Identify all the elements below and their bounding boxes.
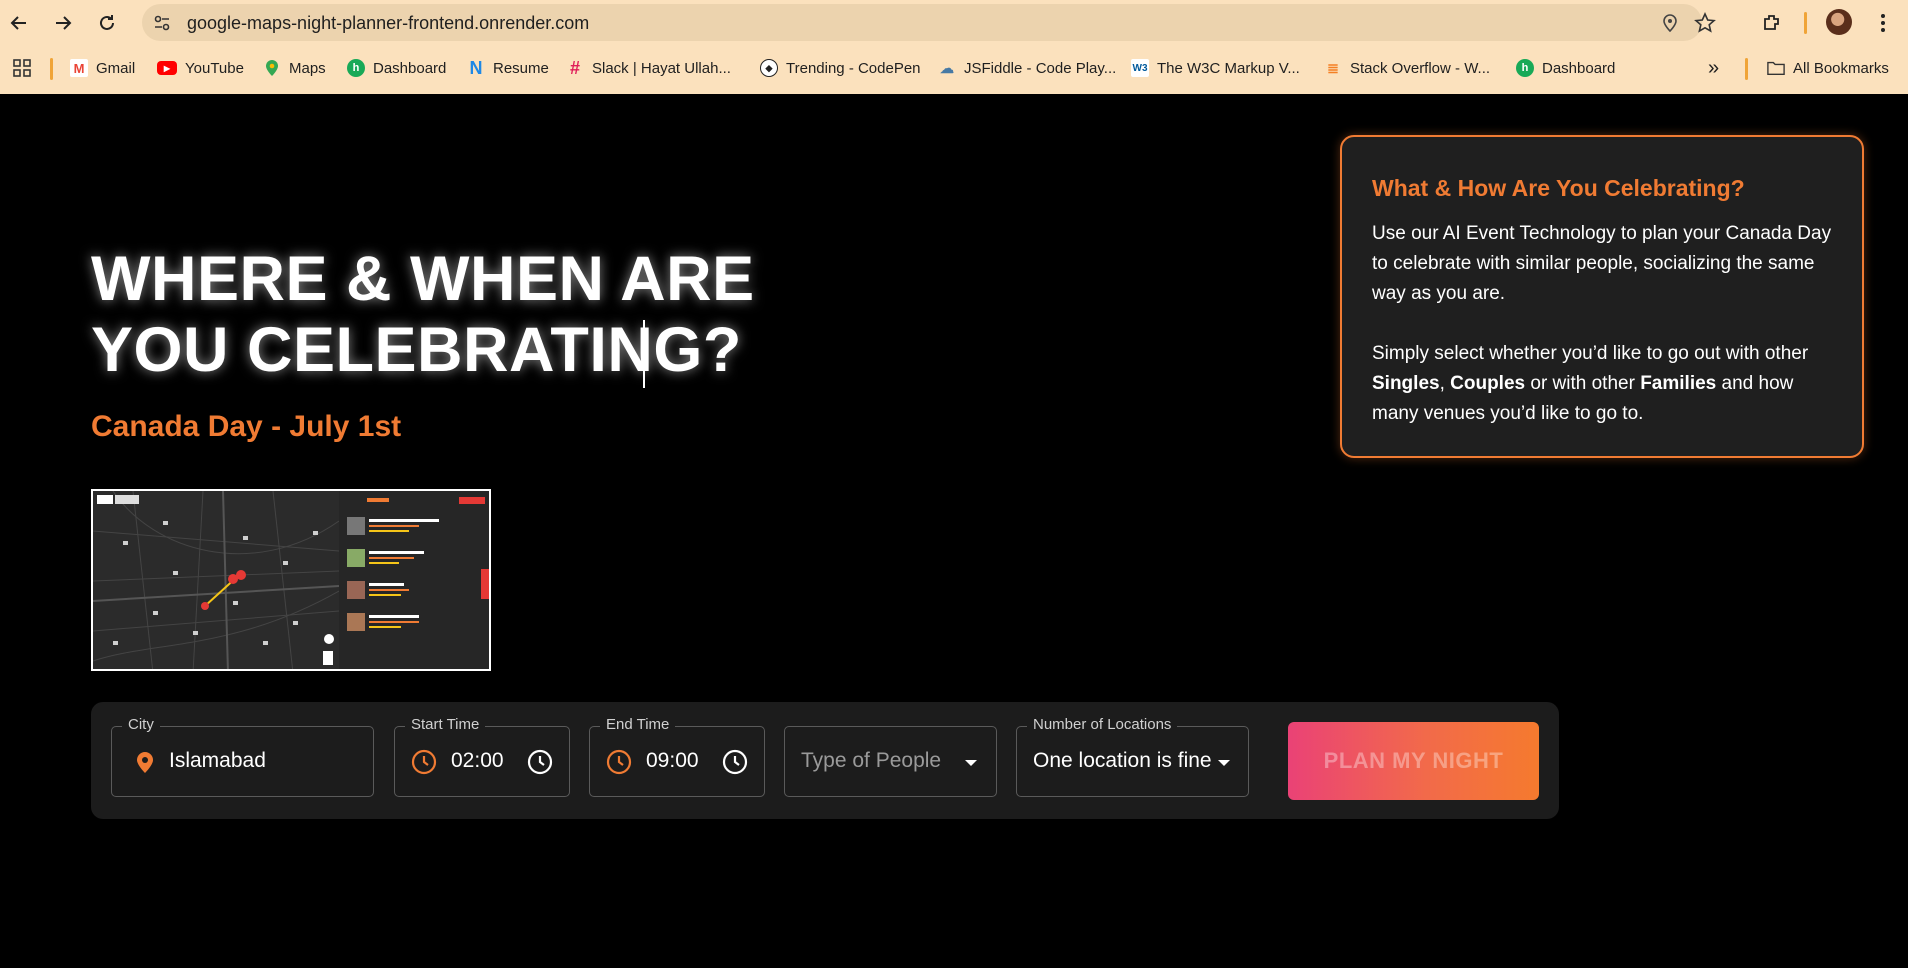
bookmark-slack[interactable]: # Slack | Hayat Ullah... (566, 57, 731, 79)
address-bar[interactable]: google-maps-night-planner-frontend.onren… (142, 4, 1716, 41)
page-title-line-1: WHERE & WHEN ARE (91, 244, 755, 314)
bookmark-star-icon[interactable] (1694, 12, 1716, 33)
city-label: City (122, 716, 160, 733)
dashboard-icon: h (347, 59, 365, 77)
type-of-people-select[interactable]: Type of People (784, 726, 997, 797)
jsfiddle-icon: ☁ (940, 59, 954, 76)
time-picker-icon[interactable] (722, 749, 748, 775)
start-time-value[interactable]: 02:00 (451, 749, 504, 773)
start-time-field[interactable]: Start Time 02:00 (394, 716, 570, 797)
singles-highlight: Singles (1372, 373, 1440, 394)
bookmarks-bar: M Gmail ▶ YouTube Maps h Dashboard N Res… (0, 52, 1908, 84)
number-of-locations-label: Number of Locations (1027, 716, 1178, 733)
map-preview-image (91, 489, 491, 671)
number-of-locations-value: One location is fine (1033, 749, 1212, 772)
start-time-label: Start Time (405, 716, 486, 733)
results-panel-thumbnail (339, 491, 489, 669)
gmail-icon: M (70, 59, 88, 77)
end-time-label: End Time (600, 716, 676, 733)
bookmark-codepen[interactable]: ◆ Trending - CodePen (760, 57, 921, 79)
bookmarks-divider (50, 58, 53, 80)
number-of-locations-select[interactable]: Number of Locations One location is fine (1016, 716, 1249, 797)
clock-icon (606, 749, 632, 775)
plan-my-night-button[interactable]: PLAN MY NIGHT (1288, 722, 1539, 800)
type-of-people-placeholder: Type of People (801, 749, 942, 772)
bookmark-maps[interactable]: Maps (263, 57, 326, 79)
forward-icon[interactable] (48, 8, 78, 38)
w3c-icon: W3 (1131, 59, 1149, 77)
folder-icon (1767, 59, 1785, 77)
location-icon[interactable] (1660, 13, 1680, 33)
page-title-line-2: YOU CELEBRATING? (91, 315, 742, 385)
browser-toolbar: google-maps-night-planner-frontend.onren… (0, 0, 1908, 46)
url-text[interactable]: google-maps-night-planner-frontend.onren… (187, 13, 589, 34)
city-field[interactable]: City Islamabad (111, 716, 374, 797)
more-bookmarks-icon[interactable]: » (1708, 57, 1719, 79)
bookmark-stackoverflow[interactable]: ≣ Stack Overflow - W... (1324, 57, 1490, 79)
info-paragraph-1: Use our AI Event Technology to plan your… (1372, 223, 1832, 304)
event-subtitle: Canada Day - July 1st (91, 410, 402, 443)
site-settings-icon[interactable] (152, 13, 172, 33)
time-picker-icon[interactable] (527, 749, 553, 775)
toolbar-divider (1804, 12, 1807, 34)
end-time-value[interactable]: 09:00 (646, 749, 699, 773)
stackoverflow-icon: ≣ (1327, 59, 1339, 76)
info-card: What & How Are You Celebrating? Use our … (1340, 135, 1864, 458)
bookmark-youtube[interactable]: ▶ YouTube (157, 57, 244, 79)
browser-chrome: google-maps-night-planner-frontend.onren… (0, 0, 1908, 94)
info-paragraph-2: Simply select whether you’d like to go o… (1372, 343, 1809, 424)
bookmark-w3c[interactable]: W3 The W3C Markup V... (1131, 57, 1300, 79)
map-thumbnail (93, 491, 339, 669)
back-icon[interactable] (4, 8, 34, 38)
chevron-down-icon (1218, 760, 1230, 766)
bookmark-resume[interactable]: N Resume (467, 57, 549, 79)
resume-icon: N (469, 57, 483, 78)
codepen-icon: ◆ (760, 59, 778, 77)
apps-icon[interactable] (12, 57, 32, 79)
planner-form: City Islamabad Start Time 02:00 End Time… (91, 702, 1559, 819)
city-value[interactable]: Islamabad (169, 749, 266, 773)
chevron-down-icon (965, 760, 977, 766)
location-pin-icon (132, 749, 158, 775)
clock-icon (411, 749, 437, 775)
bookmark-gmail[interactable]: M Gmail (70, 57, 135, 79)
families-highlight: Families (1640, 373, 1717, 394)
reload-icon[interactable] (92, 8, 122, 38)
page-title: WHERE & WHEN ARE YOU CELEBRATING? (91, 244, 791, 386)
dashboard-icon: h (1516, 59, 1534, 77)
bookmark-dashboard[interactable]: h Dashboard (347, 57, 446, 79)
bookmark-jsfiddle[interactable]: ☁ JSFiddle - Code Play... (938, 57, 1116, 79)
bookmarks-divider-right (1745, 58, 1748, 80)
profile-avatar[interactable] (1826, 9, 1852, 35)
slack-icon: # (569, 57, 580, 78)
all-bookmarks[interactable]: All Bookmarks (1767, 57, 1889, 79)
extensions-icon[interactable] (1757, 8, 1787, 38)
maps-icon (263, 59, 281, 77)
text-caret (643, 320, 645, 388)
menu-icon[interactable] (1868, 8, 1898, 38)
couples-highlight: Couples (1450, 373, 1526, 394)
end-time-field[interactable]: End Time 09:00 (589, 716, 765, 797)
info-card-title: What & How Are You Celebrating? (1372, 175, 1745, 201)
bookmark-dashboard-2[interactable]: h Dashboard (1516, 57, 1615, 79)
youtube-icon: ▶ (157, 61, 177, 75)
